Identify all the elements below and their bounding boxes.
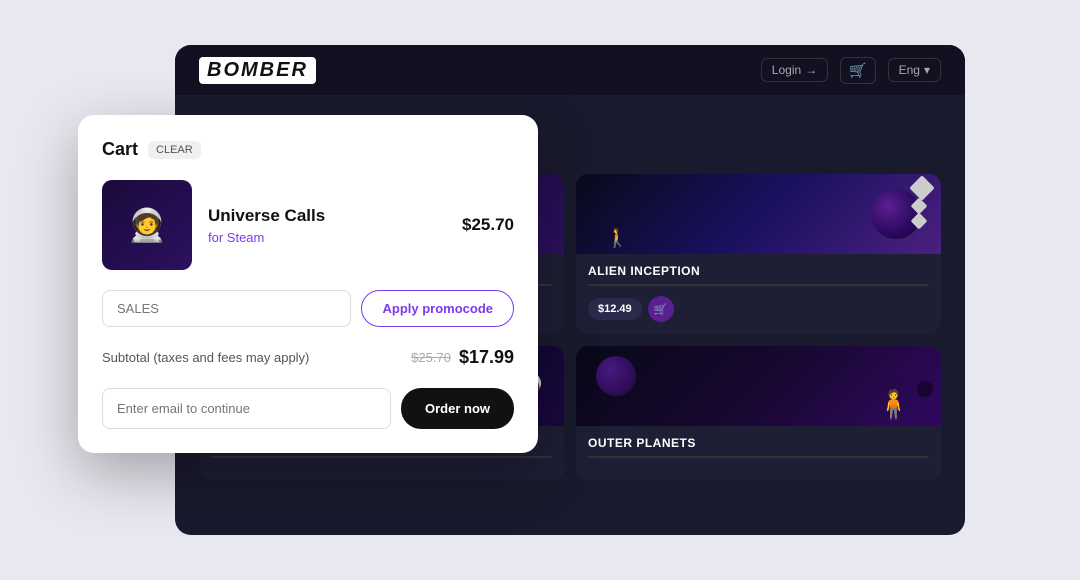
product-card-outer-planets: 🧍 OUTER PLANETS bbox=[576, 346, 941, 480]
diamond-shapes bbox=[913, 179, 931, 227]
promo-row: Apply promocode bbox=[102, 290, 514, 327]
product-image-alien: 🚶 bbox=[576, 174, 941, 254]
card-divider bbox=[588, 456, 929, 458]
card-divider bbox=[588, 284, 929, 286]
language-selector[interactable]: Eng ▾ bbox=[888, 58, 941, 82]
item-name: Universe Calls bbox=[208, 206, 446, 226]
apply-promo-button[interactable]: Apply promocode bbox=[361, 290, 514, 327]
price-tag: $12.49 bbox=[588, 298, 642, 320]
small-figure-icon: 🚶 bbox=[606, 228, 628, 249]
outer-planet-icon bbox=[596, 356, 636, 396]
add-to-cart-button[interactable]: 🛒 bbox=[648, 296, 674, 322]
new-price: $17.99 bbox=[459, 347, 514, 368]
login-label: Login bbox=[772, 63, 801, 77]
item-price: $25.70 bbox=[462, 215, 514, 235]
promo-input[interactable] bbox=[102, 290, 351, 327]
card-body-outer: OUTER PLANETS bbox=[576, 426, 941, 480]
email-row: Order now bbox=[102, 388, 514, 429]
email-input[interactable] bbox=[102, 388, 391, 429]
cart-icon[interactable]: 🛒 bbox=[840, 57, 875, 84]
product-title-outer: OUTER PLANETS bbox=[588, 436, 929, 450]
small-planet bbox=[901, 356, 926, 381]
chevron-down-icon: ▾ bbox=[924, 63, 930, 77]
diamond-shape bbox=[909, 175, 934, 200]
subtotal-label: Subtotal (taxes and fees may apply) bbox=[102, 350, 309, 365]
clear-button[interactable]: CLEAR bbox=[148, 141, 201, 159]
cart-title: Cart bbox=[102, 139, 138, 160]
lang-label: Eng bbox=[899, 63, 920, 77]
product-card-alien-inception: 🚶 ALIEN INCEPTION $12.49 🛒 bbox=[576, 174, 941, 334]
product-title-alien: ALIEN INCEPTION bbox=[588, 264, 929, 278]
old-price: $25.70 bbox=[411, 350, 451, 365]
login-icon: → bbox=[805, 63, 817, 77]
price-action: $12.49 🛒 bbox=[588, 296, 674, 322]
cart-header: Cart CLEAR bbox=[102, 139, 514, 160]
card-divider bbox=[211, 456, 552, 458]
card-actions-alien: $12.49 🛒 bbox=[588, 296, 929, 322]
tiny-planet bbox=[917, 381, 933, 397]
item-astronaut-icon: 🧑‍🚀 bbox=[127, 206, 167, 244]
item-info: Universe Calls for Steam bbox=[208, 206, 446, 245]
card-body-alien: ALIEN INCEPTION $12.49 🛒 bbox=[576, 254, 941, 334]
item-thumbnail: 🧑‍🚀 bbox=[102, 180, 192, 270]
subtotal-prices: $25.70 $17.99 bbox=[411, 347, 514, 368]
header: BOMBER Login → 🛒 Eng ▾ bbox=[175, 45, 965, 95]
logo: BOMBER bbox=[199, 57, 316, 84]
item-platform: for Steam bbox=[208, 230, 446, 245]
order-button[interactable]: Order now bbox=[401, 388, 514, 429]
cart-item: 🧑‍🚀 Universe Calls for Steam $25.70 bbox=[102, 180, 514, 270]
product-image-outer: 🧍 bbox=[576, 346, 941, 426]
diamond-shape-small2 bbox=[911, 213, 928, 230]
header-right: Login → 🛒 Eng ▾ bbox=[761, 57, 941, 84]
subtotal-row: Subtotal (taxes and fees may apply) $25.… bbox=[102, 347, 514, 368]
login-button[interactable]: Login → bbox=[761, 58, 828, 82]
standing-figure-icon: 🧍 bbox=[876, 388, 911, 421]
cart-modal: Cart CLEAR 🧑‍🚀 Universe Calls for Steam … bbox=[78, 115, 538, 453]
